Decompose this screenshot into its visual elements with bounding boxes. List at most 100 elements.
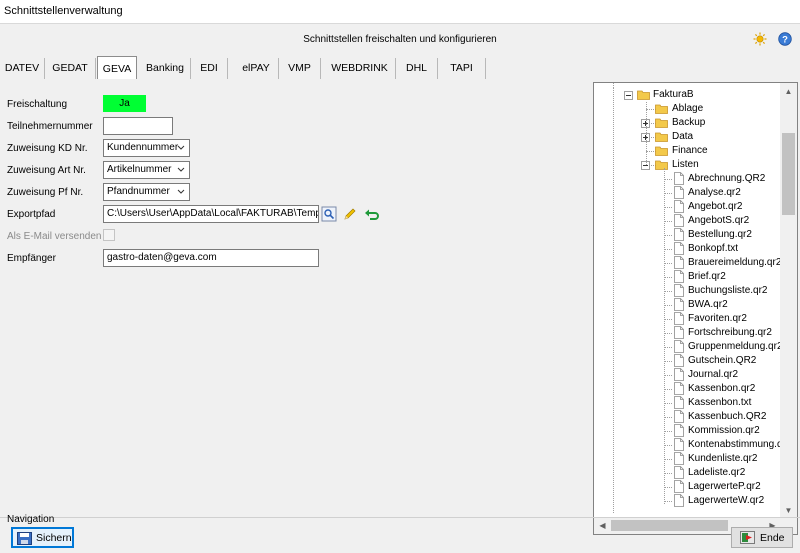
- file-icon: [674, 228, 684, 241]
- teilnehmernummer-input[interactable]: [103, 117, 173, 135]
- tree-line: [664, 168, 665, 504]
- tab-vmp[interactable]: VMP: [279, 58, 321, 79]
- save-icon: [17, 532, 32, 545]
- interface-tabs: DATEV GEDAT GEVA Banking EDI elPAY VMP W…: [0, 56, 490, 79]
- browse-folder-icon[interactable]: [321, 206, 337, 222]
- file-icon: [674, 396, 684, 409]
- tree-item-label: Bonkopf.txt: [688, 243, 739, 254]
- tree-folder-ablage[interactable]: Ablage: [594, 102, 780, 116]
- collapse-icon[interactable]: [624, 91, 633, 100]
- file-icon: [674, 242, 684, 255]
- tree-item-label: Kassenbon.txt: [688, 397, 752, 408]
- tree-file[interactable]: Kommission.qr2: [594, 424, 780, 438]
- main-panel: Schnittstellen freischalten und konfigur…: [0, 24, 800, 553]
- sun-settings-icon[interactable]: [753, 32, 767, 46]
- tree-file[interactable]: Kundenliste.qr2: [594, 452, 780, 466]
- folder-tree[interactable]: FakturaB Ablage Backup Data Finance Listen Abr…: [593, 82, 798, 535]
- tree-item-label: Brief.qr2: [688, 271, 726, 282]
- tab-tapi[interactable]: TAPI: [438, 58, 486, 79]
- tab-dhl[interactable]: DHL: [396, 58, 438, 79]
- tree-item-label: Kassenbon.qr2: [688, 383, 756, 394]
- tree-file[interactable]: Brauereimeldung.qr2: [594, 256, 781, 270]
- vertical-scroll-thumb[interactable]: [782, 133, 795, 215]
- tree-item-label: Data: [672, 131, 694, 142]
- tab-geva[interactable]: GEVA: [97, 56, 137, 79]
- tree-item-label: FakturaB: [653, 89, 694, 100]
- tree-item-label: LagerwerteP.qr2: [688, 481, 761, 492]
- tree-folder-listen[interactable]: Listen: [594, 158, 780, 172]
- tree-folder-backup[interactable]: Backup: [594, 116, 780, 130]
- empfaenger-input[interactable]: gastro-daten@geva.com: [103, 249, 319, 267]
- file-icon: [674, 214, 684, 227]
- file-icon: [674, 354, 684, 367]
- file-icon: [674, 340, 684, 353]
- tree-file[interactable]: Fortschreibung.qr2: [594, 326, 780, 340]
- zuweisung-pf-value: Pfandnummer: [107, 186, 170, 197]
- scroll-up-icon[interactable]: ▲: [780, 83, 797, 100]
- tree-file[interactable]: Kontenabstimmung.qr2: [594, 438, 791, 452]
- freischaltung-label: Freischaltung: [7, 99, 68, 110]
- tree-file[interactable]: Buchungsliste.qr2: [594, 284, 780, 298]
- tree-file[interactable]: Kassenbon.qr2: [594, 382, 780, 396]
- pencil-edit-icon[interactable]: [342, 206, 358, 222]
- tree-line: [646, 102, 647, 165]
- end-button[interactable]: Ende: [731, 527, 793, 548]
- scroll-left-icon[interactable]: ◀: [594, 517, 611, 534]
- file-icon: [674, 284, 684, 297]
- tree-file[interactable]: BWA.qr2: [594, 298, 780, 312]
- tab-datev[interactable]: DATEV: [0, 58, 45, 79]
- zuweisung-kd-select[interactable]: Kundennummer: [103, 139, 190, 157]
- exportpfad-label: Exportpfad: [7, 209, 56, 220]
- als-email-checkbox[interactable]: [103, 229, 115, 241]
- tree-file[interactable]: Journal.qr2: [594, 368, 780, 382]
- tree-item-label: Kommission.qr2: [688, 425, 760, 436]
- zuweisung-pf-select[interactable]: Pfandnummer: [103, 183, 190, 201]
- tree-root-fakturab[interactable]: FakturaB: [594, 88, 780, 102]
- tree-file[interactable]: Kassenbuch.QR2: [594, 410, 780, 424]
- tree-item-label: AngebotS.qr2: [688, 215, 750, 226]
- tree-file[interactable]: Ladeliste.qr2: [594, 466, 780, 480]
- tab-banking[interactable]: Banking: [140, 58, 191, 79]
- tree-folder-finance[interactable]: Finance: [594, 144, 780, 158]
- als-email-label: Als E-Mail versenden: [7, 231, 102, 242]
- tree-item-label: Kassenbuch.QR2: [688, 411, 767, 422]
- horizontal-scroll-thumb[interactable]: [611, 520, 728, 531]
- tab-webdrink[interactable]: WEBDRINK: [324, 58, 396, 79]
- tree-file[interactable]: Analyse.qr2: [594, 186, 780, 200]
- exit-icon: [740, 531, 755, 544]
- tab-edi[interactable]: EDI: [191, 58, 228, 79]
- tree-item-label: Backup: [672, 117, 706, 128]
- tree-file[interactable]: Abrechnung.QR2: [594, 172, 780, 186]
- save-button[interactable]: Sichern: [11, 527, 74, 548]
- file-icon: [674, 382, 684, 395]
- tree-file[interactable]: Favoriten.qr2: [594, 312, 780, 326]
- tree-file[interactable]: Bonkopf.txt: [594, 242, 780, 256]
- end-button-label: Ende: [760, 532, 785, 544]
- tree-file[interactable]: AngebotS.qr2: [594, 214, 780, 228]
- file-icon: [674, 270, 684, 283]
- file-icon: [674, 256, 684, 269]
- tree-file[interactable]: Brief.qr2: [594, 270, 780, 284]
- tab-gedat[interactable]: GEDAT: [45, 58, 96, 79]
- undo-arrow-icon[interactable]: [364, 206, 380, 222]
- tree-folder-data[interactable]: Data: [594, 130, 780, 144]
- tree-item-label: Journal.qr2: [688, 369, 739, 380]
- tree-item-label: Gruppenmeldung.qr2: [688, 341, 783, 352]
- tree-file[interactable]: Bestellung.qr2: [594, 228, 780, 242]
- tree-file[interactable]: LagerwerteW.qr2: [594, 494, 780, 508]
- help-icon[interactable]: ?: [778, 32, 792, 46]
- tree-file[interactable]: Angebot.qr2: [594, 200, 780, 214]
- tree-item-label: Analyse.qr2: [688, 187, 741, 198]
- tree-file[interactable]: Gruppenmeldung.qr2: [594, 340, 783, 354]
- exportpfad-input[interactable]: C:\Users\User\AppData\Local\FAKTURAB\Tem…: [103, 205, 319, 223]
- folder-icon: [655, 104, 668, 114]
- tree-file[interactable]: Kassenbon.txt: [594, 396, 780, 410]
- file-icon: [674, 452, 684, 465]
- tree-file[interactable]: LagerwerteP.qr2: [594, 480, 780, 494]
- tree-file[interactable]: Gutschein.QR2: [594, 354, 780, 368]
- title-bar: Schnittstellenverwaltung: [0, 0, 800, 24]
- freischaltung-toggle[interactable]: Ja: [103, 95, 146, 112]
- tab-elpay[interactable]: elPAY: [234, 58, 279, 79]
- vertical-scrollbar[interactable]: ▲ ▼: [780, 83, 797, 519]
- zuweisung-art-select[interactable]: Artikelnummer: [103, 161, 190, 179]
